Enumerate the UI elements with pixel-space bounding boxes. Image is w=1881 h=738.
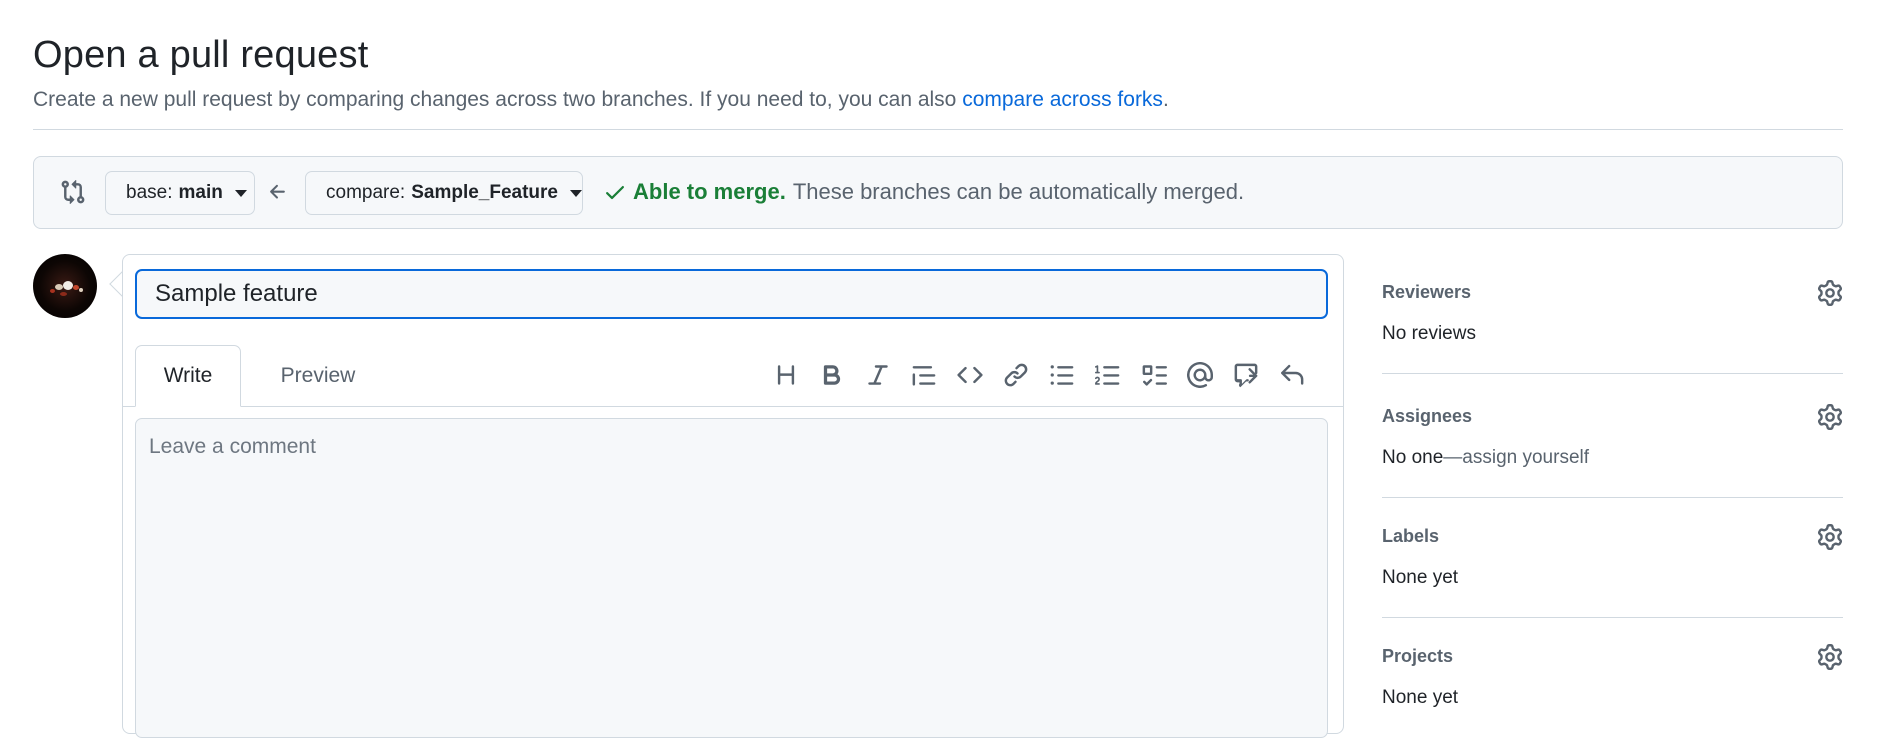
italic-icon[interactable] xyxy=(865,362,891,388)
heading-icon[interactable] xyxy=(773,362,799,388)
quote-icon[interactable] xyxy=(911,362,937,388)
gear-icon[interactable] xyxy=(1817,644,1843,670)
compare-branch-name: Sample_Feature xyxy=(411,182,558,203)
pr-title-input[interactable] xyxy=(135,269,1328,319)
page-title: Open a pull request xyxy=(33,34,369,76)
pull-request-form: Write Preview xyxy=(122,254,1344,738)
assignees-value: No one—assign yourself xyxy=(1382,447,1589,469)
avatar[interactable] xyxy=(33,254,97,318)
tab-write[interactable]: Write xyxy=(135,345,241,407)
assign-yourself-link[interactable]: —assign yourself xyxy=(1443,447,1589,468)
compare-forks-link[interactable]: compare across forks xyxy=(962,88,1163,111)
assignees-heading[interactable]: Assignees xyxy=(1382,406,1472,427)
compare-branch-button[interactable]: compare: Sample_Feature xyxy=(305,171,583,215)
projects-value: None yet xyxy=(1382,687,1459,708)
reviewers-value: No reviews xyxy=(1382,323,1476,344)
arrow-left-icon xyxy=(270,184,285,199)
base-branch-name: main xyxy=(178,182,223,203)
page-subtitle: Create a new pull request by comparing c… xyxy=(33,88,1169,112)
labels-value: None yet xyxy=(1382,567,1459,588)
merge-ok-text: Able to merge. xyxy=(633,179,786,204)
assignees-none: No one xyxy=(1382,447,1444,468)
unordered-list-icon[interactable] xyxy=(1049,362,1075,388)
editor-tabs: Write Preview xyxy=(123,345,1343,407)
compare-bar: base: main compare: Sample_Feature Able … xyxy=(33,156,1843,229)
labels-heading[interactable]: Labels xyxy=(1382,526,1439,547)
subtitle-end: . xyxy=(1162,88,1169,111)
projects-heading[interactable]: Projects xyxy=(1382,646,1453,667)
sidebar-divider xyxy=(1382,373,1843,374)
code-icon[interactable] xyxy=(957,362,983,388)
undo-icon[interactable] xyxy=(1279,362,1305,388)
compare-prefix: compare: xyxy=(326,182,406,203)
ordered-list-icon[interactable] xyxy=(1095,362,1121,388)
tab-preview[interactable]: Preview xyxy=(263,345,373,407)
merge-status: Able to merge. These branches can be aut… xyxy=(603,179,1244,205)
caret-down-icon xyxy=(570,189,582,197)
bold-icon[interactable] xyxy=(819,362,845,388)
task-list-icon[interactable] xyxy=(1141,362,1167,388)
cross-reference-icon[interactable] xyxy=(1233,362,1259,388)
base-branch-button[interactable]: base: main xyxy=(105,171,255,215)
comment-textarea[interactable] xyxy=(135,418,1328,738)
caret-down-icon xyxy=(234,189,247,197)
markdown-toolbar xyxy=(773,359,1325,391)
base-prefix: base: xyxy=(126,182,173,203)
check-icon xyxy=(606,186,624,200)
mention-icon[interactable] xyxy=(1187,362,1213,388)
gear-icon[interactable] xyxy=(1817,404,1843,430)
page: Open a pull request Create a new pull re… xyxy=(33,0,1843,738)
git-compare-icon xyxy=(61,179,85,205)
header-divider xyxy=(33,129,1843,130)
gear-icon[interactable] xyxy=(1817,524,1843,550)
reviewers-heading[interactable]: Reviewers xyxy=(1382,282,1471,303)
subtitle-text: Create a new pull request by comparing c… xyxy=(33,88,963,111)
link-icon[interactable] xyxy=(1003,362,1029,388)
gear-icon[interactable] xyxy=(1817,280,1843,306)
sidebar-divider xyxy=(1382,497,1843,498)
merge-description: These branches can be automatically merg… xyxy=(792,179,1245,204)
sidebar-divider xyxy=(1382,617,1843,618)
